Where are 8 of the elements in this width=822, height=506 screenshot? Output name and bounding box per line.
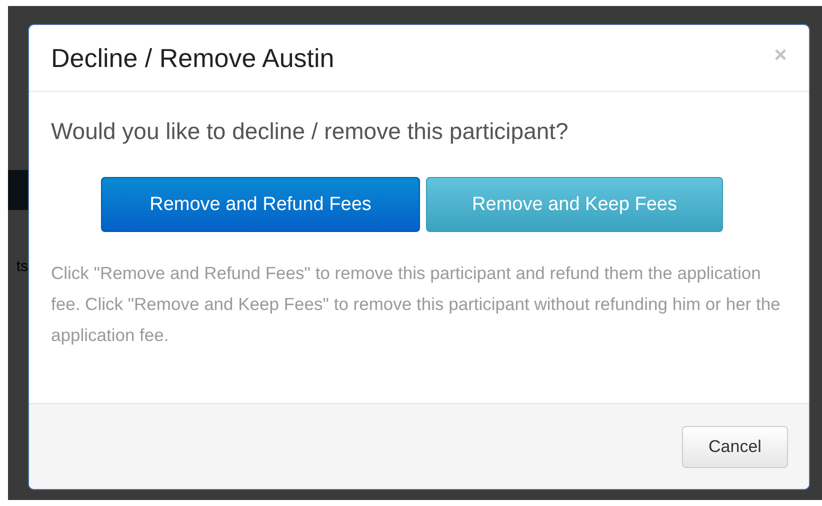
page-nav-bar — [8, 170, 28, 210]
page-text: ts — [16, 258, 28, 275]
cancel-button[interactable]: Cancel — [682, 426, 788, 468]
description-text: Click "Remove and Refund Fees" to remove this participant and refund them the application fee. Click "Remove and Keep Fees" to remove this participant without refunding him or her the application fee. — [51, 262, 782, 347]
modal-title: Decline / Remove Austin — [51, 42, 334, 74]
question-text: Would you like to decline / remove this participant? — [51, 118, 570, 145]
remove-button[interactable]: Remove and Refund Fees — [101, 177, 420, 232]
remove-button[interactable]: Remove and Keep Fees — [426, 177, 723, 232]
